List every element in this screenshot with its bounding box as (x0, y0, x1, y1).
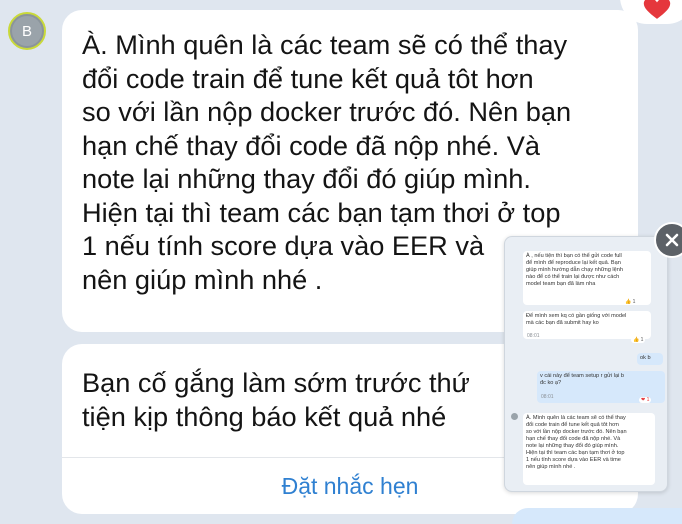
preview-reaction: ❤ 1 (639, 397, 652, 403)
preview-message: ok b (637, 353, 663, 365)
avatar[interactable]: B (8, 12, 46, 50)
preview-reaction: 👍 1 (631, 337, 646, 343)
preview-message: À. Mình quên là các team sẽ có thể thay … (523, 413, 655, 485)
avatar-initial: B (12, 16, 42, 46)
preview-reaction: 👍 1 (623, 299, 638, 305)
chat-view: B À. Mình quên là các team sẽ có thể tha… (0, 0, 682, 524)
preview-message: Để mình xem kq có gần giống với model mà… (523, 311, 651, 339)
close-icon (665, 233, 679, 247)
partial-message-bubble (512, 508, 682, 524)
message-preview-thumbnail[interactable]: À , nếu tiện thì bạn có thể gửi code ful… (504, 236, 668, 492)
heart-icon (643, 0, 671, 19)
preview-message: À , nếu tiện thì bạn có thể gửi code ful… (523, 251, 651, 305)
close-preview-button[interactable] (654, 222, 682, 258)
preview-time: 08:01 (527, 333, 540, 339)
preview-avatar (511, 413, 518, 420)
reminder-text: Bạn cố gắng làm sớm trước thứ tiện kịp t… (82, 367, 470, 432)
preview-time: 08:01 (541, 394, 554, 400)
